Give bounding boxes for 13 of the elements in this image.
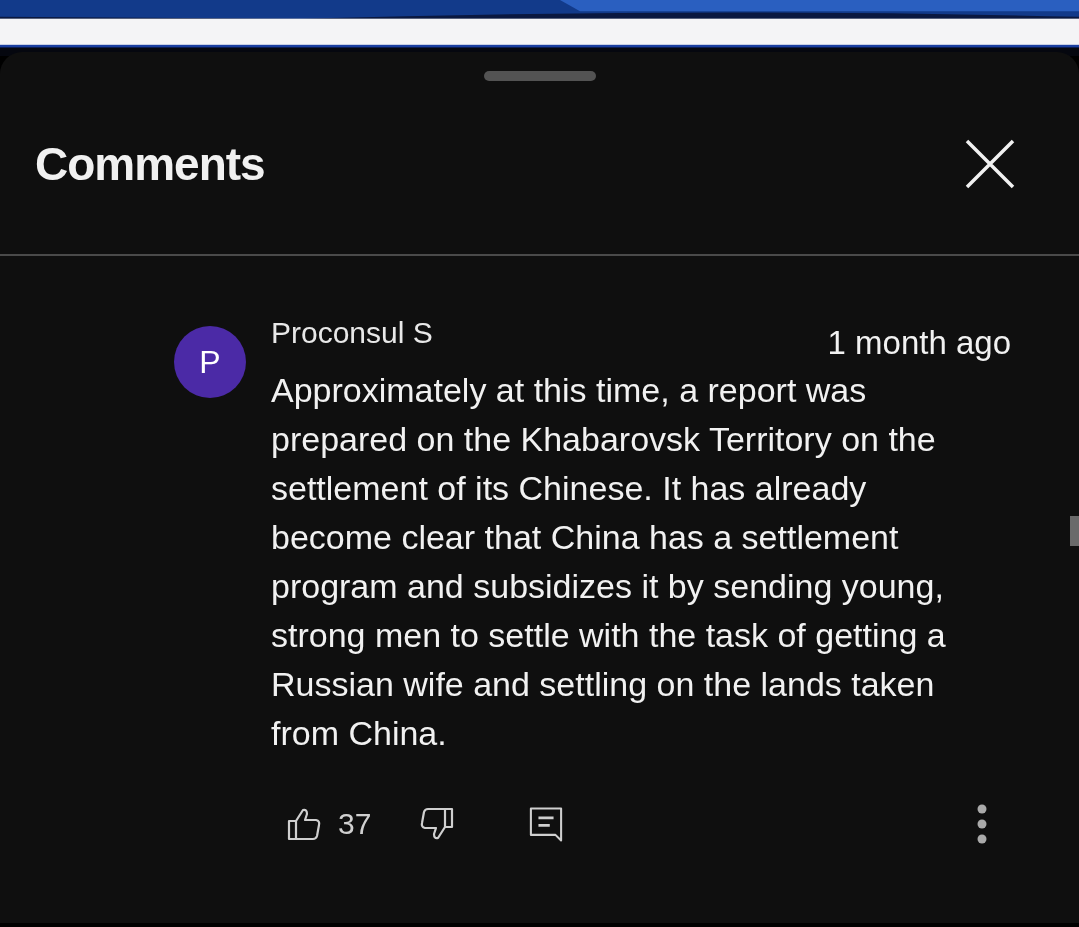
author-name[interactable]: Proconsul S (271, 316, 433, 350)
thumbs-up-icon[interactable] (286, 806, 322, 842)
comment-time: 1 month ago (827, 324, 1011, 362)
reply-icon[interactable] (529, 805, 564, 843)
comment-text: Approximately at this time, a report was prepared on the Khabarovsk Territory on the settlement of its Chinese. It has already become clear that China has a settlement program and subsidizes it by sending young, strong men to settle with the task of getting a Russian wife and settling on the lands taken from China. (271, 370, 947, 754)
more-icon[interactable] (977, 804, 987, 844)
close-icon[interactable] (965, 139, 1015, 189)
scrollbar[interactable] (1070, 516, 1079, 546)
avatar[interactable]: P (174, 326, 246, 398)
thumbs-down-icon[interactable] (419, 806, 456, 842)
drag-handle[interactable] (483, 71, 596, 81)
like-count: 37 (338, 807, 372, 841)
panel-title: Comments (35, 137, 265, 191)
